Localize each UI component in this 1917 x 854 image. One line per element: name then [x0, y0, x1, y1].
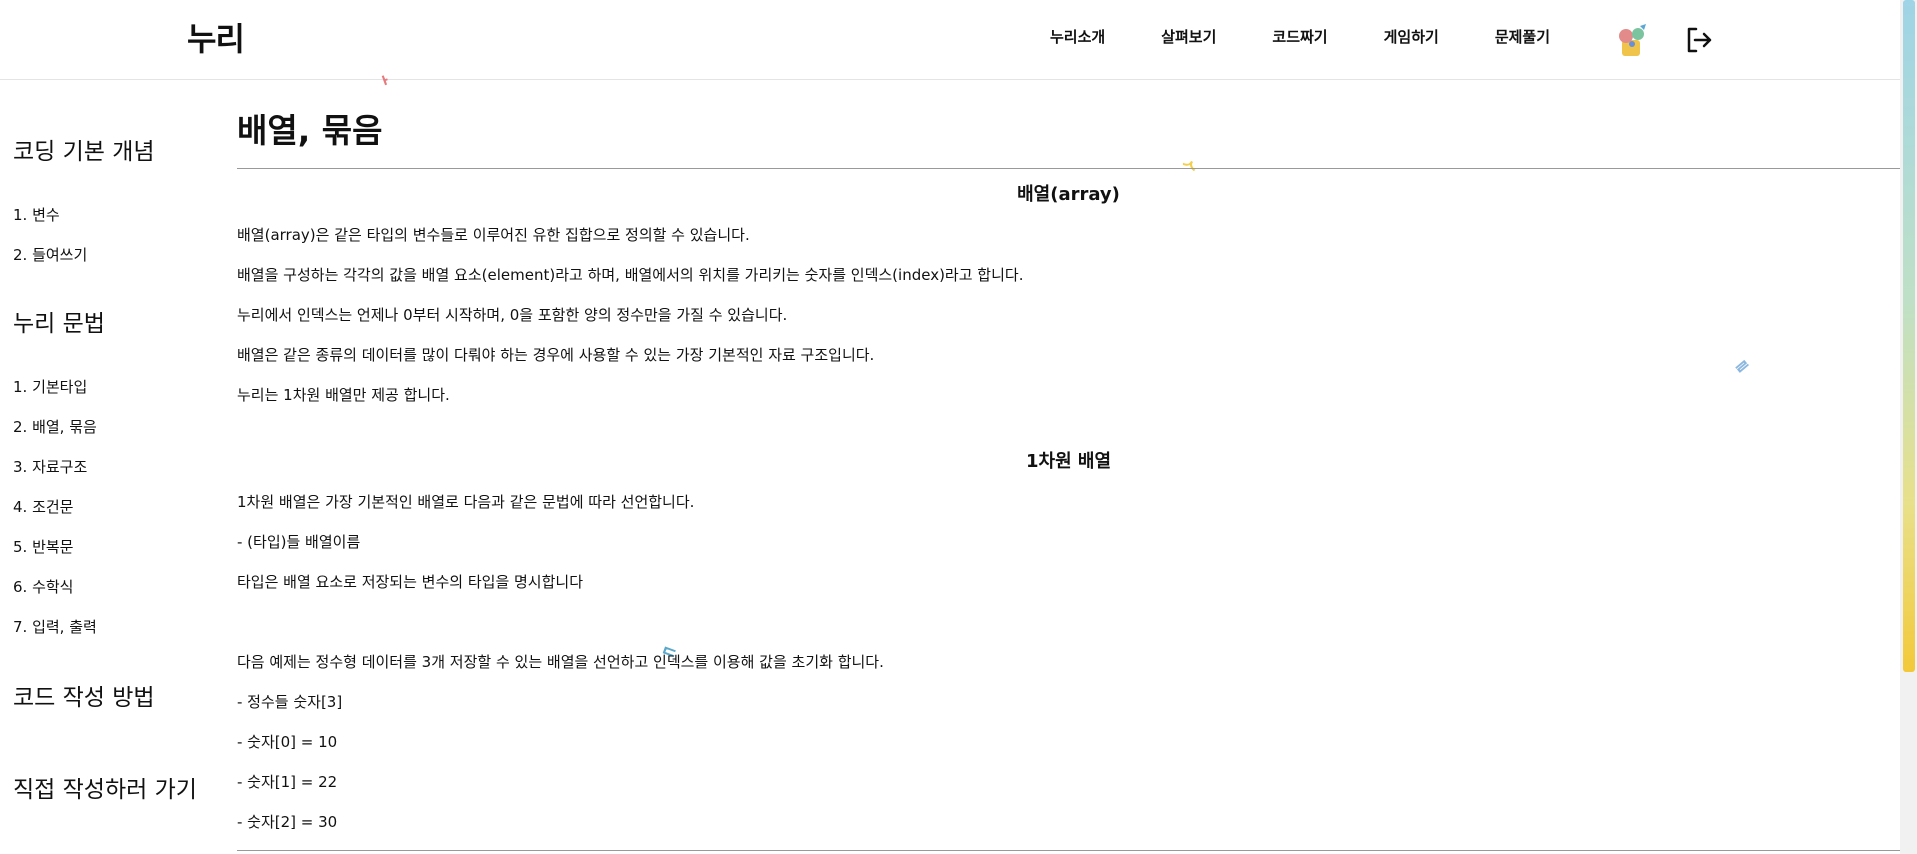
main-nav: 누리소개 살펴보기 코드짜기 게임하기 문제풀기 — [1050, 26, 1606, 47]
sidebar-item-basic-type[interactable]: 1. 기본타입 — [13, 376, 87, 397]
sidebar-item-math[interactable]: 6. 수학식 — [13, 576, 73, 597]
nav-explore[interactable]: 살펴보기 — [1161, 26, 1216, 47]
sidebar-item-io[interactable]: 7. 입력, 출력 — [13, 616, 97, 637]
nav-game[interactable]: 게임하기 — [1384, 26, 1439, 47]
code-line: - 정수들 숫자[3] — [237, 693, 343, 711]
sidebar-section-grammar[interactable]: 누리 문법 — [13, 304, 105, 338]
page-title: 배열, 묶음 — [237, 111, 383, 150]
paragraph: 배열(array)은 같은 타입의 변수들로 이루어진 유한 집합으로 정의할 … — [237, 226, 750, 244]
sidebar-item-loop[interactable]: 5. 반복문 — [13, 536, 73, 557]
title-divider — [237, 168, 1900, 169]
sidebar-section-how-to-write[interactable]: 코드 작성 방법 — [13, 678, 155, 712]
paragraph: 배열을 구성하는 각각의 값을 배열 요소(element)라고 하며, 배열에… — [237, 266, 1024, 284]
top-header: 누리 누리소개 살펴보기 코드짜기 게임하기 문제풀기 — [0, 0, 1900, 80]
character-avatar-icon[interactable] — [1612, 22, 1652, 60]
nav-problems[interactable]: 문제풀기 — [1495, 26, 1550, 47]
sidebar-item-variable[interactable]: 1. 변수 — [13, 204, 60, 225]
nav-code[interactable]: 코드짜기 — [1272, 26, 1327, 47]
site-logo[interactable]: 누리 — [187, 14, 245, 60]
paragraph: - (타입)들 배열이름 — [237, 533, 361, 551]
section-heading-array: 배열(array) — [1017, 184, 1120, 205]
bottom-divider — [237, 850, 1900, 851]
sidebar-item-conditional[interactable]: 4. 조건문 — [13, 496, 73, 517]
section-heading-1d-array: 1차원 배열 — [1025, 451, 1112, 472]
decor-shape-blue: ᄅ — [1732, 356, 1759, 384]
page-scrollbar[interactable] — [1900, 0, 1917, 854]
sidebar-section-write-now[interactable]: 직접 작성하러 가기 — [13, 770, 197, 804]
paragraph: 1차원 배열은 가장 기본적인 배열로 다음과 같은 문법에 따라 선언합니다. — [237, 493, 695, 511]
code-line: - 숫자[0] = 10 — [237, 733, 338, 751]
sidebar-item-array[interactable]: 2. 배열, 묶음 — [13, 416, 97, 437]
code-line: - 숫자[2] = 30 — [237, 813, 338, 831]
paragraph: 배열은 같은 종류의 데이터를 많이 다뤄야 하는 경우에 사용할 수 있는 가… — [237, 346, 875, 364]
logout-icon[interactable] — [1684, 25, 1714, 55]
paragraph: 다음 예제는 정수형 데이터를 3개 저장할 수 있는 배열을 선언하고 인덱스… — [237, 653, 884, 671]
sidebar-item-indent[interactable]: 2. 들여쓰기 — [13, 244, 87, 265]
nav-about[interactable]: 누리소개 — [1050, 26, 1105, 47]
code-line: - 숫자[1] = 22 — [237, 773, 338, 791]
sidebar-item-data-structure[interactable]: 3. 자료구조 — [13, 456, 87, 477]
paragraph: 누리는 1차원 배열만 제공 합니다. — [237, 386, 450, 404]
paragraph: 타입은 배열 요소로 저장되는 변수의 타입을 명시합니다 — [237, 573, 584, 591]
paragraph: 누리에서 인덱스는 언제나 0부터 시작하며, 0을 포함한 양의 정수만을 가… — [237, 306, 788, 324]
sidebar-section-basics[interactable]: 코딩 기본 개념 — [13, 132, 155, 166]
scrollbar-thumb[interactable] — [1903, 0, 1915, 672]
